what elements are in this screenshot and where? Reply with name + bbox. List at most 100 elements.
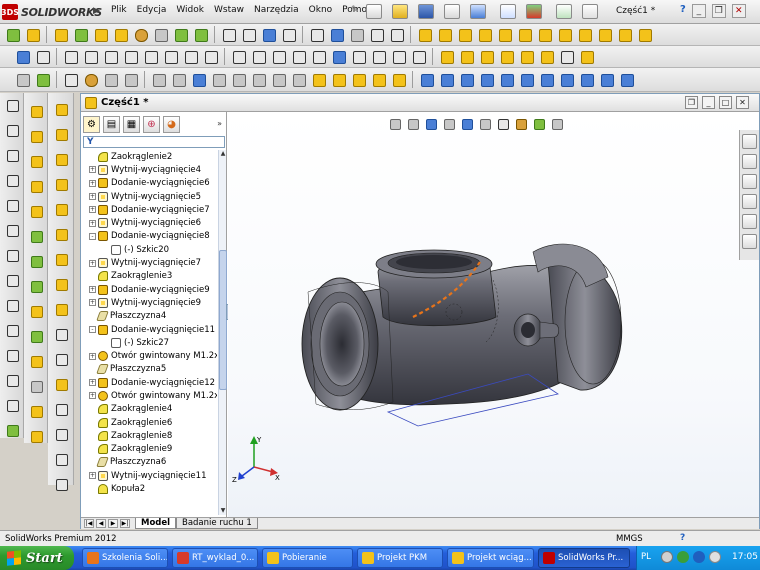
configurationmanager-tab-icon[interactable]: ▦ [123, 116, 140, 133]
surface-tool-icon[interactable] [53, 201, 69, 217]
solidworks-resources-icon[interactable] [742, 134, 757, 149]
smart-dimension-icon[interactable] [34, 48, 51, 65]
sketch-tool-icon[interactable] [4, 347, 20, 363]
weldment-tool-icon[interactable] [53, 376, 69, 392]
volume-tray-icon[interactable] [709, 551, 721, 563]
displaymanager-tab-icon[interactable]: ◕ [163, 116, 180, 133]
surface-sweep-icon[interactable] [456, 26, 473, 43]
document-restore-button[interactable]: ❐ [685, 96, 698, 109]
slot-icon[interactable] [102, 48, 119, 65]
revolve-boss-icon[interactable] [24, 26, 41, 43]
scroll-up-arrow-icon[interactable]: ▲ [219, 150, 227, 158]
mass-properties-icon[interactable] [330, 71, 347, 88]
sketch-pattern-icon[interactable] [390, 48, 407, 65]
undo-icon[interactable] [470, 4, 486, 19]
feature-tree-item[interactable]: Zaokrąglenie4 [81, 403, 217, 416]
expand-toggle-icon[interactable]: + [89, 299, 96, 307]
repair-sketch-icon[interactable] [458, 48, 475, 65]
taskbar-button[interactable]: Projekt wciąg... [447, 548, 534, 568]
text-icon[interactable] [290, 48, 307, 65]
standard-view-left-icon[interactable] [478, 71, 495, 88]
design-library-icon[interactable] [742, 154, 757, 169]
geometry-analysis-icon[interactable] [390, 71, 407, 88]
surface-offset-icon[interactable] [536, 26, 553, 43]
taskbar-button[interactable]: Szkolenia Soli... [82, 548, 168, 568]
feature-tree-item[interactable]: (-) Szkic27 [81, 336, 217, 349]
sketch-tool-icon[interactable] [4, 122, 20, 138]
feature-tool-icon[interactable] [28, 203, 44, 219]
surface-tool-icon[interactable] [53, 276, 69, 292]
feature-tree-item[interactable]: + Wytnij-wyciągnięcie5 [81, 190, 217, 203]
extrude-boss-icon[interactable] [4, 26, 21, 43]
hidden-lines-icon[interactable] [270, 71, 287, 88]
chamfer-icon[interactable] [192, 26, 209, 43]
question-icon[interactable]: ? [680, 4, 686, 18]
feature-tree-item[interactable]: Zaokrąglenie3 [81, 270, 217, 283]
shaded-icon[interactable] [290, 71, 307, 88]
feature-tool-icon[interactable] [28, 128, 44, 144]
scrollbar-thumb[interactable] [219, 250, 227, 390]
mirror-icon[interactable] [328, 26, 345, 43]
language-indicator[interactable]: PL [641, 552, 651, 562]
taskbar-button[interactable]: SolidWorks Pr... [538, 548, 630, 568]
feature-tool-icon[interactable] [28, 428, 44, 444]
centerline-icon[interactable] [250, 48, 267, 65]
feature-tree-item[interactable]: + Otwór gwintowany M1.2x0. [81, 349, 217, 362]
feature-tool-icon[interactable] [28, 303, 44, 319]
window-restore-button[interactable]: ❐ [711, 4, 726, 18]
tab-next-arrow-icon[interactable]: ▶ [108, 519, 118, 528]
taskbar-button[interactable]: Pobieranie [262, 548, 353, 568]
curves-icon[interactable] [368, 26, 385, 43]
surface-tool-icon[interactable] [53, 151, 69, 167]
weldment-tool-icon[interactable] [53, 351, 69, 367]
menu-narzedzia[interactable]: Narzędzia [249, 5, 304, 15]
file-properties-icon[interactable] [556, 4, 572, 19]
network-tray-icon[interactable] [677, 551, 689, 563]
sketch-tool-icon[interactable] [4, 247, 20, 263]
print-icon[interactable] [444, 4, 460, 19]
weldment-tool-icon[interactable] [53, 401, 69, 417]
surface-tool-icon[interactable] [53, 301, 69, 317]
scroll-down-arrow-icon[interactable]: ▼ [219, 507, 227, 515]
hole-wizard-icon[interactable] [132, 26, 149, 43]
standard-view-right-icon[interactable] [498, 71, 515, 88]
boundary-icon[interactable] [92, 26, 109, 43]
measure-icon[interactable] [310, 71, 327, 88]
weldment-tool-icon[interactable] [53, 326, 69, 342]
sketch-tool-icon[interactable] [4, 322, 20, 338]
sketch-fillet-icon[interactable] [270, 48, 287, 65]
feature-tree-item[interactable]: + Otwór gwintowany M1.2x0. [81, 389, 217, 402]
feature-tree-item[interactable]: + Wytnij-wyciągnięcie4 [81, 163, 217, 176]
view-palette-icon[interactable] [742, 194, 757, 209]
feature-tree-item[interactable]: Zaokrąglenie8 [81, 429, 217, 442]
rectangle-icon[interactable] [82, 48, 99, 65]
sketch-tool-icon[interactable] [4, 372, 20, 388]
select-icon[interactable] [500, 4, 516, 19]
feature-tree-item[interactable]: Kopuła2 [81, 482, 217, 495]
feature-tree-item[interactable]: + Dodanie-wyciągnięcie6 [81, 177, 217, 190]
expand-toggle-icon[interactable]: + [89, 179, 96, 187]
feature-tree-item[interactable]: - Dodanie-wyciągnięcie8 [81, 230, 217, 243]
surface-fill-icon[interactable] [516, 26, 533, 43]
ellipse-icon[interactable] [202, 48, 219, 65]
paste-icon[interactable] [122, 71, 139, 88]
point-icon[interactable] [230, 48, 247, 65]
feature-tree-item[interactable]: + Wytnij-wyciągnięcie9 [81, 296, 217, 309]
weldment-tool-icon[interactable] [53, 476, 69, 492]
feature-tool-icon[interactable] [28, 278, 44, 294]
display-relations-icon[interactable] [438, 48, 455, 65]
feature-tool-icon[interactable] [28, 253, 44, 269]
feature-tree-item[interactable]: Płaszczyzna6 [81, 456, 217, 469]
fillet-icon[interactable] [172, 26, 189, 43]
sketch-icon[interactable] [14, 48, 31, 65]
feature-tree-item[interactable]: + Wytnij-wyciągnięcie11 [81, 469, 217, 482]
copy-icon[interactable] [102, 71, 119, 88]
document-minimize-button[interactable]: _ [702, 96, 715, 109]
surface-loft-icon[interactable] [476, 26, 493, 43]
polygon-icon[interactable] [162, 48, 179, 65]
menu-edycja[interactable]: Edycja [132, 5, 172, 15]
normal-to-icon[interactable] [618, 71, 635, 88]
expand-toggle-icon[interactable]: + [89, 286, 96, 294]
window-minimize-button[interactable]: _ [691, 4, 706, 18]
units-indicator[interactable]: MMGS [616, 534, 643, 544]
